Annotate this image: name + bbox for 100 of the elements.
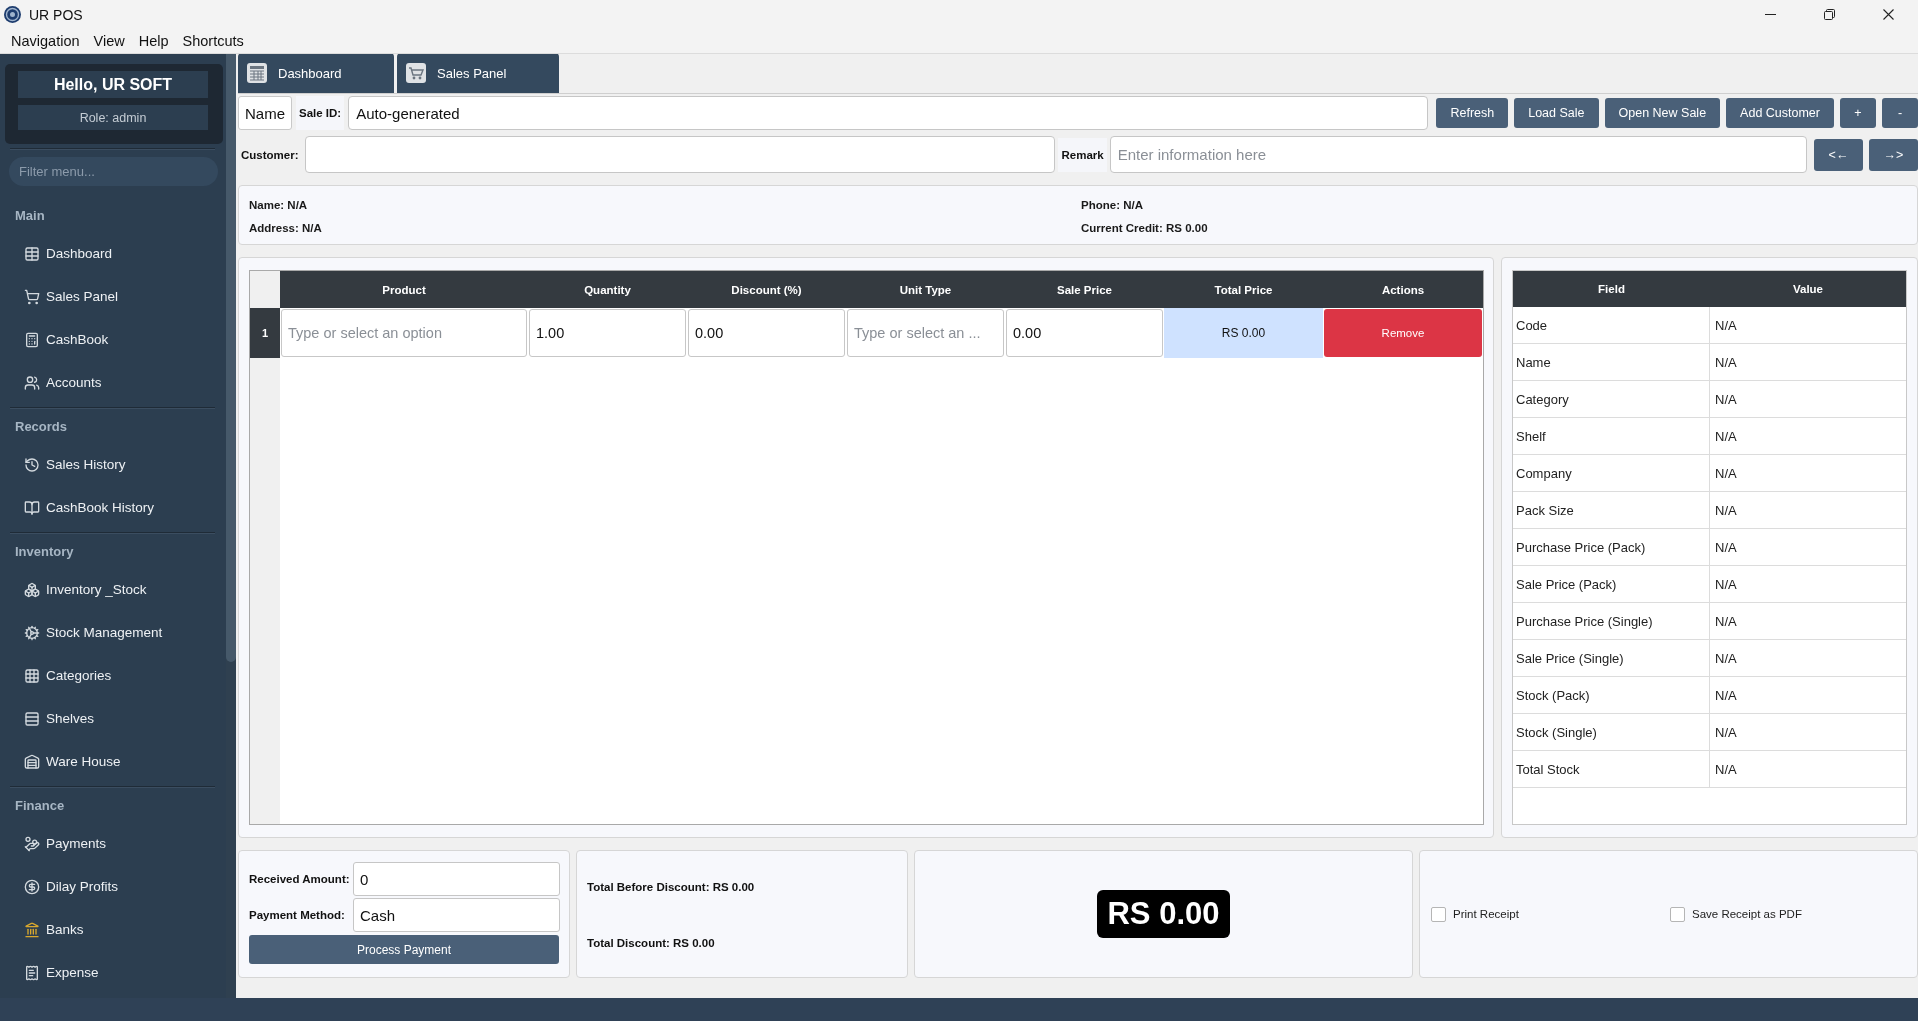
scrollbar-thumb[interactable] — [226, 54, 236, 662]
unit-type-field[interactable]: Type or select an ... — [847, 309, 1004, 357]
product-field[interactable]: Type or select an option — [281, 309, 527, 357]
toolbar-button[interactable]: Load Sale — [1514, 98, 1599, 128]
value-cell: N/A — [1710, 492, 1906, 529]
toolbar-button[interactable]: Refresh — [1436, 98, 1509, 128]
gear-icon — [24, 624, 40, 641]
payment-method-label: Payment Method: — [249, 909, 346, 921]
sidebar-item[interactable]: Sales Panel — [0, 275, 226, 318]
book-icon — [24, 499, 40, 516]
calculator-icon — [24, 331, 40, 348]
minimize-icon — [1765, 14, 1776, 15]
nav-arrow-button[interactable]: <← — [1814, 138, 1863, 171]
field-cell: Name — [1513, 344, 1710, 381]
table-icon — [24, 245, 40, 262]
sidebar-item[interactable]: Expense — [0, 951, 226, 994]
menu-item[interactable]: Shortcuts — [175, 30, 251, 52]
remove-button[interactable]: Remove — [1324, 309, 1482, 357]
sidebar-item[interactable]: Ware House — [0, 740, 226, 783]
toolbar-button[interactable]: - — [1882, 98, 1918, 128]
payment-method-field[interactable]: Cash — [353, 898, 560, 932]
value-cell: N/A — [1710, 307, 1906, 344]
sale-id-field[interactable]: Auto-generated — [348, 96, 1429, 130]
customer-name-text: Name: N/A — [249, 198, 308, 211]
field-cell: Category — [1513, 381, 1710, 418]
menu-item[interactable]: View — [86, 30, 132, 52]
checkbox-label: Save Receipt as PDF — [1692, 908, 1802, 920]
sidebar-item[interactable]: CashBook History — [0, 486, 226, 529]
quantity-field[interactable]: 1.00 — [529, 309, 686, 357]
menu-item[interactable]: Navigation — [4, 30, 87, 52]
sidebar-item[interactable]: Categories — [0, 654, 226, 697]
sidebar-item[interactable]: Sales History — [0, 443, 226, 486]
field-cell: Code — [1513, 307, 1710, 344]
rows-icon — [24, 710, 40, 727]
sidebar-item[interactable]: Accounts — [0, 361, 226, 404]
value-cell: N/A — [1710, 677, 1906, 714]
discount-field[interactable]: 0.00 — [688, 309, 845, 357]
remark-label: Remark — [1058, 137, 1107, 172]
sidebar-item[interactable]: Banks — [0, 908, 226, 951]
toolbar-button[interactable]: Open New Sale — [1604, 98, 1721, 128]
window-title: UR POS — [29, 6, 83, 23]
value-cell: N/A — [1710, 344, 1906, 381]
section-title: Records — [14, 417, 69, 436]
sidebar-item[interactable]: Dilay Profits — [0, 865, 226, 908]
field-cell: Stock (Single) — [1513, 714, 1710, 751]
column-header: Sale Price — [1005, 271, 1164, 308]
users-icon — [24, 374, 40, 391]
filter-field[interactable]: Filter menu... — [9, 157, 218, 186]
value-cell: N/A — [1710, 529, 1906, 566]
sidebar-item[interactable]: Stock Management — [0, 611, 226, 654]
tab[interactable]: Dashboard — [238, 54, 394, 93]
process-payment-button[interactable]: Process Payment — [249, 935, 559, 964]
column-header: Actions — [1323, 271, 1483, 308]
dollar-coin-icon — [24, 878, 40, 895]
cart-icon — [24, 288, 40, 305]
tab[interactable]: Sales Panel — [397, 54, 559, 93]
received-amount-field[interactable]: 0 — [353, 862, 560, 896]
bank-building-icon — [24, 921, 40, 938]
role-text: Role: admin — [18, 105, 208, 130]
column-header: Discount (%) — [687, 271, 846, 308]
sidebar-item[interactable]: Inventory _Stock — [0, 568, 226, 611]
sidebar-item[interactable]: Shelves — [0, 697, 226, 740]
field-cell: Pack Size — [1513, 492, 1710, 529]
toolbar-button[interactable]: + — [1840, 98, 1876, 128]
warehouse-icon — [24, 753, 40, 770]
column-header: Quantity — [528, 271, 687, 308]
restore-icon — [1824, 9, 1835, 20]
customer-phone-text: Phone: N/A — [1081, 198, 1143, 211]
customer-field[interactable] — [304, 136, 1056, 173]
value-cell: N/A — [1710, 640, 1906, 677]
sidebar-item[interactable]: Payments — [0, 822, 226, 865]
sidebar-item[interactable]: CashBook — [0, 318, 226, 361]
section-title: Main — [14, 206, 46, 225]
table-corner — [250, 271, 280, 308]
value-cell: N/A — [1710, 381, 1906, 418]
cart-icon — [406, 63, 426, 83]
column-header: Unit Type — [846, 271, 1005, 308]
total-discount-text: Total Discount: RS 0.00 — [587, 936, 715, 951]
sidebar-item[interactable]: Dashboard — [0, 232, 226, 275]
value-cell: N/A — [1710, 418, 1906, 455]
sale-price-field[interactable]: 0.00 — [1006, 309, 1163, 357]
menu-item[interactable]: Help — [131, 30, 176, 52]
column-header: Product — [280, 271, 528, 308]
total-before-discount-text: Total Before Discount: RS 0.00 — [587, 880, 755, 895]
grand-total-text: RS 0.00 — [1097, 890, 1230, 938]
checkbox[interactable] — [1670, 906, 1685, 922]
checkbox[interactable] — [1431, 906, 1446, 922]
greeting-text: Hello, UR SOFT — [18, 71, 208, 98]
value-cell: N/A — [1710, 603, 1906, 640]
row-number: 1 — [250, 308, 280, 358]
field-cell: Total Stock — [1513, 751, 1710, 788]
name-label: Name — [238, 96, 292, 130]
value-cell: N/A — [1710, 751, 1906, 788]
remark-field[interactable]: Enter information here — [1109, 136, 1807, 173]
current-credit-text: Current Credit: RS 0.00 — [1081, 221, 1208, 234]
column-header: Total Price — [1164, 271, 1323, 308]
value-cell: N/A — [1710, 714, 1906, 751]
history-icon — [24, 456, 40, 473]
toolbar-button[interactable]: Add Customer — [1726, 98, 1834, 128]
nav-arrow-button[interactable]: →> — [1869, 138, 1918, 171]
